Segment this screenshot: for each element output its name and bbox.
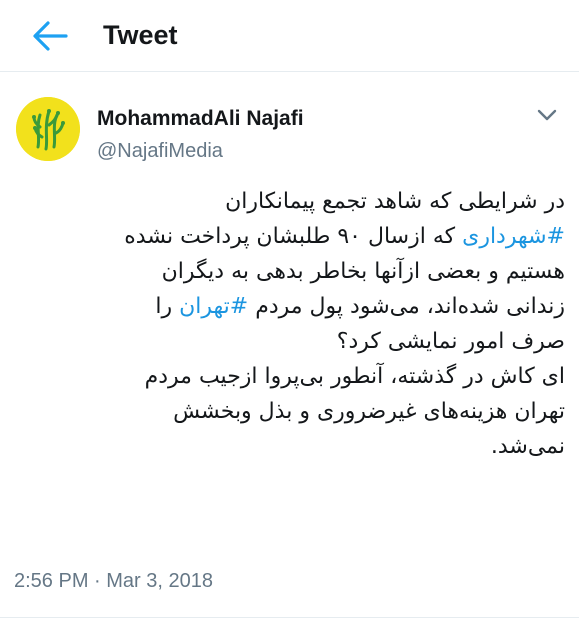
tweet-text-segment: تهران هزینه‌های غیرضروری و بذل وبخشش [173,399,565,424]
hashtag-link[interactable]: #شهرداری [462,224,565,249]
tweet-text-line: صرف امور نمایشی کرد؟ [14,324,565,359]
tweet-text-line: زندانی شده‌اند، می‌شود پول مردم #تهران ر… [14,289,565,324]
avatar[interactable] [16,97,80,161]
tweet-text-segment: را [155,294,180,319]
chevron-down-icon [537,109,557,121]
tweet-text-segment: صرف امور نمایشی کرد؟ [336,329,565,354]
tweet-text-segment: هستیم و بعضی ازآنها بخاطر بدهی به دیگران [161,259,565,284]
arrow-left-icon [33,21,68,51]
tweet-text-line: نمی‌شد. [14,429,565,464]
tweet-text-segment: زندانی شده‌اند، می‌شود پول مردم [248,294,565,319]
top-bar: Tweet [0,0,579,72]
author-name[interactable]: MohammadAli Najafi [97,106,304,132]
tweet-text-segment: در شرایطی که شاهد تجمع پیمانکاران [225,189,565,214]
tweet-text-segment: نمی‌شد. [490,434,565,459]
tweet-text-segment: که ازسال ۹۰ طلبشان پرداخت نشده [124,224,463,249]
divider [0,617,579,618]
tweet-text-line: تهران هزینه‌های غیرضروری و بذل وبخشش [14,394,565,429]
tweet-card: MohammadAli Najafi @NajafiMedia در شرایط… [0,72,579,620]
author-handle[interactable]: @NajafiMedia [97,138,223,164]
tweet-text-line: ای کاش در گذشته، آنطور بی‌پروا ازجیب مرد… [14,359,565,394]
page-title: Tweet [103,20,178,50]
avatar-logo-icon [16,97,80,161]
back-button[interactable] [30,18,70,54]
tweet-text-segment: ای کاش در گذشته، آنطور بی‌پروا ازجیب مرد… [144,364,565,389]
tweet-text-line: در شرایطی که شاهد تجمع پیمانکاران [14,184,565,219]
hashtag-link[interactable]: #تهران [179,294,248,319]
tweet-text-line: #شهرداری که ازسال ۹۰ طلبشان پرداخت نشده [14,219,565,254]
tweet-text: در شرایطی که شاهد تجمع پیمانکاران #شهردار… [14,184,565,464]
tweet-text-line: هستیم و بعضی ازآنها بخاطر بدهی به دیگران [14,254,565,289]
tweet-timestamp[interactable]: 2:56 PM · Mar 3, 2018 [14,568,213,594]
tweet-menu-button[interactable] [533,104,561,126]
